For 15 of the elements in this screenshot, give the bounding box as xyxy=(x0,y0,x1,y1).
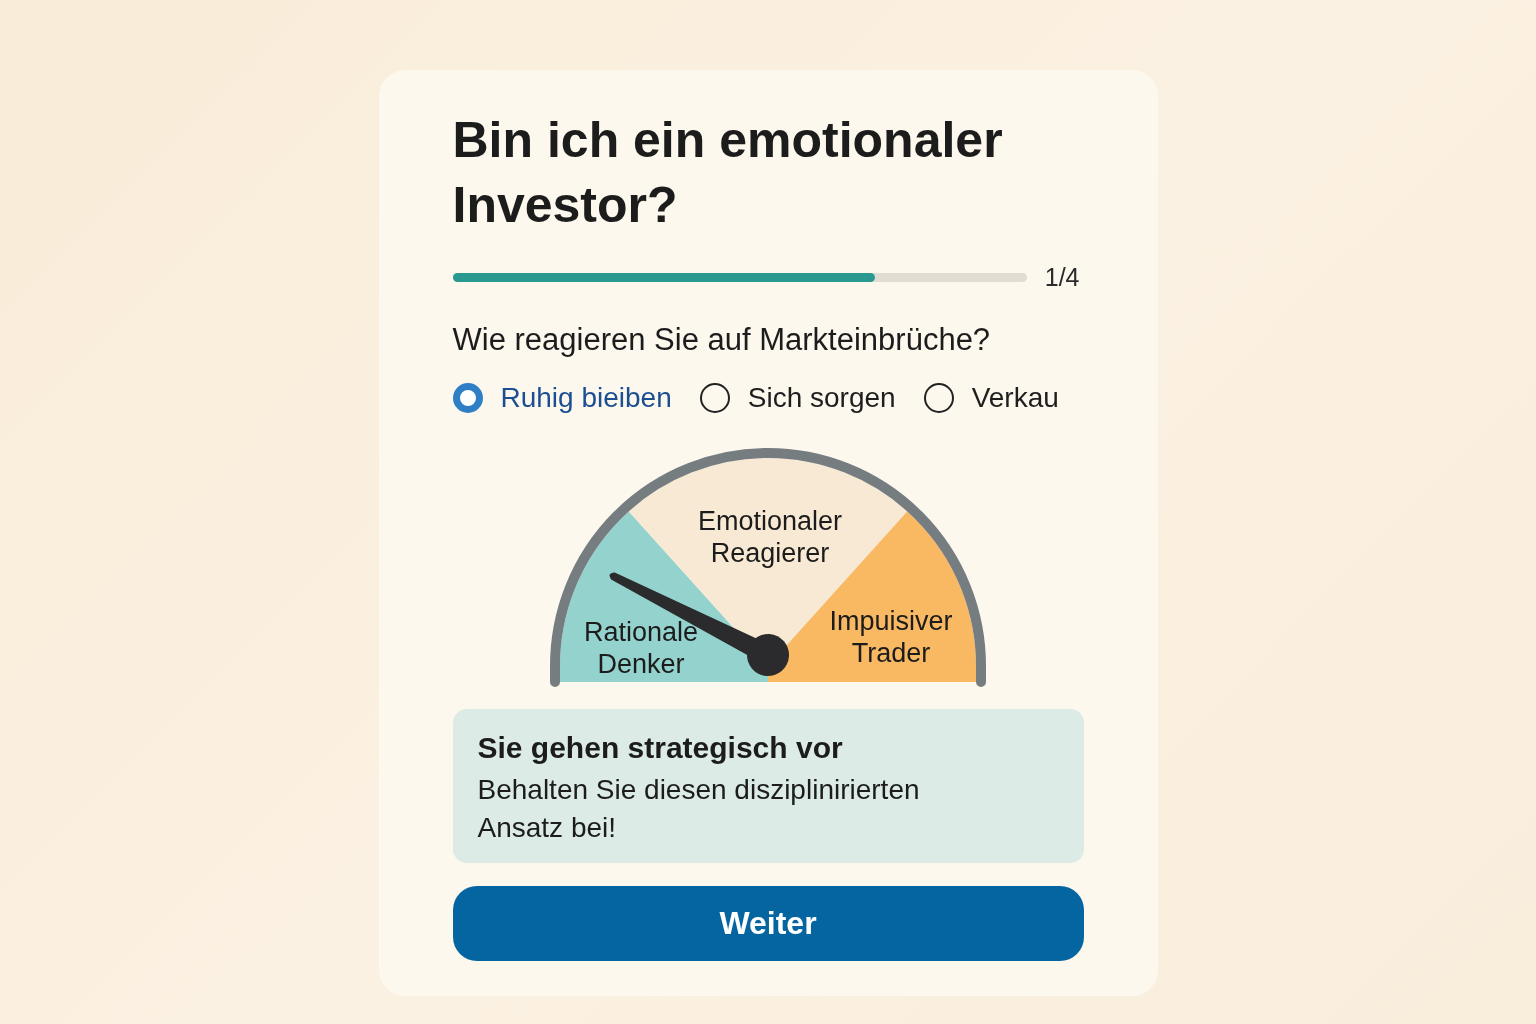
radio-label[interactable]: Ruhig bieiben xyxy=(500,382,672,414)
quiz-title: Bin ich ein emotionaler Investor? xyxy=(452,111,1004,235)
gauge-label: Rationale Denker xyxy=(583,617,699,679)
radio-label[interactable]: Sich sorgen xyxy=(747,382,896,414)
radio-button[interactable] xyxy=(699,383,730,413)
gauge-label: Emotionaler Reagierer xyxy=(697,506,843,568)
radio-button[interactable] xyxy=(923,383,954,413)
radio-label[interactable]: Verkau xyxy=(971,382,1059,414)
question-text: Wie reagieren Sie auf Markteinbrüche? xyxy=(452,321,992,359)
gauge-label: Impuisiver Trader xyxy=(829,606,953,668)
progress-label: 1/4 xyxy=(1044,262,1080,292)
next-button[interactable]: Weiter xyxy=(452,886,1084,961)
result-text: Behalten Sie diesen disziplinirierten Ansatz bei! xyxy=(477,773,921,845)
radio-button[interactable] xyxy=(452,383,483,413)
result-title: Sie gehen strategisch vor xyxy=(477,730,844,766)
